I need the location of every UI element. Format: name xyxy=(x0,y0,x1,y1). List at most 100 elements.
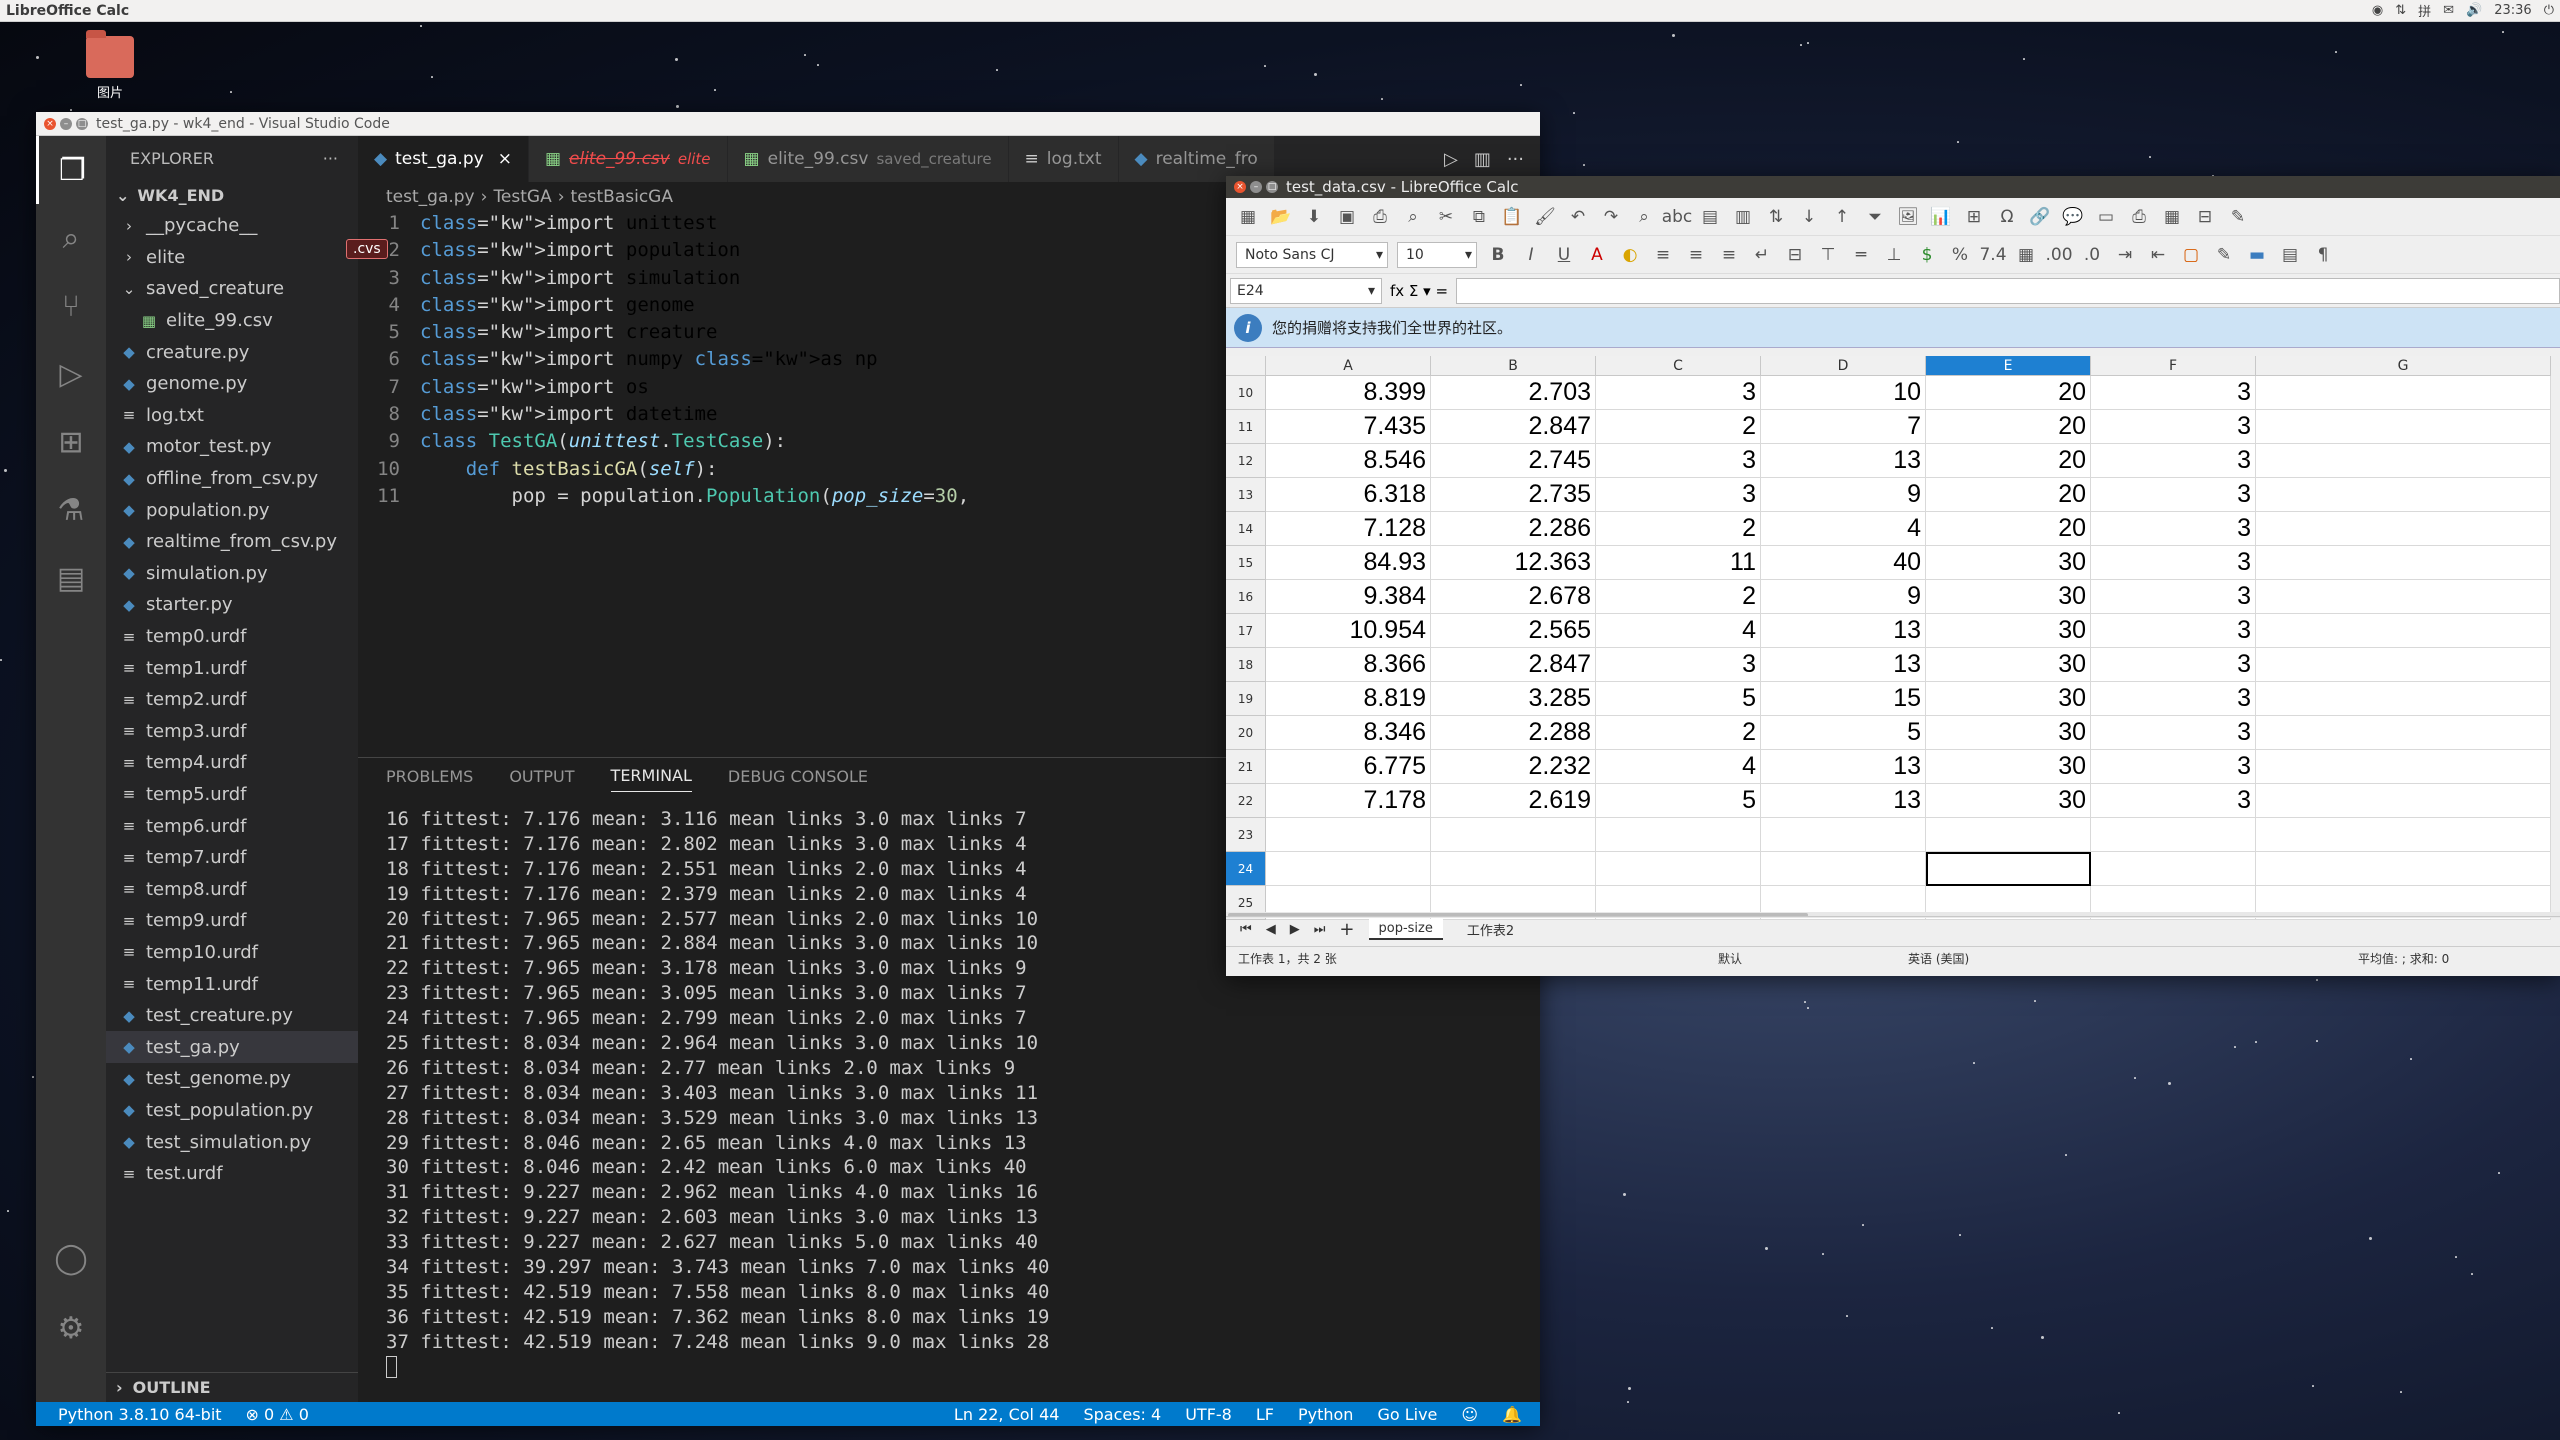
cell[interactable]: 30 xyxy=(1926,682,2091,716)
conditional-format-icon[interactable]: ▤ xyxy=(2278,243,2302,267)
code-line[interactable]: 8 class="kw">import datetime xyxy=(358,403,1258,430)
network-icon[interactable]: ⇅ xyxy=(2395,3,2406,18)
highlight-color-icon[interactable]: ◐ xyxy=(1618,243,1642,267)
cell[interactable]: 13 xyxy=(1761,750,1926,784)
name-box[interactable]: E24 ▾ xyxy=(1230,277,1382,304)
border-style-icon[interactable]: ✎ xyxy=(2212,243,2236,267)
cell[interactable]: 2.565 xyxy=(1431,614,1596,648)
cell[interactable]: 3 xyxy=(2091,410,2256,444)
cell[interactable]: 3 xyxy=(1596,648,1761,682)
cell[interactable]: 20 xyxy=(1926,444,2091,478)
run-debug-icon[interactable]: ▷ xyxy=(36,340,106,408)
breadcrumb-class[interactable]: TestGA xyxy=(493,187,551,207)
cell[interactable]: 84.93 xyxy=(1266,546,1431,580)
cell[interactable]: 30 xyxy=(1926,784,2091,818)
add-sheet-icon[interactable]: + xyxy=(1339,919,1354,940)
tree-item[interactable]: ◆ test_simulation.py xyxy=(106,1126,358,1158)
calc-titlebar[interactable]: × – □ test_data.csv - LibreOffice Calc xyxy=(1226,176,2560,198)
cell[interactable]: 9.384 xyxy=(1266,580,1431,614)
code-line[interactable]: 1 class="kw">import unittest xyxy=(358,212,1258,239)
cell[interactable]: 2 xyxy=(1596,716,1761,750)
cell[interactable] xyxy=(2256,750,2551,784)
cell[interactable] xyxy=(2091,818,2256,852)
redo-icon[interactable]: ↷ xyxy=(1599,205,1623,229)
code-line[interactable]: 2 class="kw">import population xyxy=(358,239,1258,266)
split-editor-icon[interactable]: ▥ xyxy=(1474,149,1491,170)
search-icon[interactable]: ⌕ xyxy=(36,204,106,272)
split-window-icon[interactable]: ⊟ xyxy=(2193,205,2217,229)
save-icon[interactable]: ⬇ xyxy=(1302,205,1326,229)
spelling-icon[interactable]: abc xyxy=(1662,205,1693,229)
explorer-icon[interactable]: ❐ xyxy=(36,136,106,204)
more-actions-icon[interactable]: ··· xyxy=(1507,149,1524,170)
cell[interactable]: 3 xyxy=(2091,580,2256,614)
cell[interactable]: 10 xyxy=(1761,376,1926,410)
cell[interactable]: 2.703 xyxy=(1431,376,1596,410)
cell[interactable]: 5 xyxy=(1761,716,1926,750)
cell[interactable]: 3 xyxy=(2091,682,2256,716)
tree-item[interactable]: ◆ offline_from_csv.py xyxy=(106,463,358,495)
comment-icon[interactable]: 💬 xyxy=(2061,205,2085,229)
wrap-text-icon[interactable]: ↵ xyxy=(1750,243,1774,267)
date-format-icon[interactable]: ▦ xyxy=(2014,243,2038,267)
define-print-area-icon[interactable]: ⎙ xyxy=(2127,205,2151,229)
tree-item[interactable]: ◆ test_ga.py xyxy=(106,1031,358,1064)
cell[interactable]: 8.546 xyxy=(1266,444,1431,478)
tree-item[interactable]: ≡ temp8.urdf xyxy=(106,873,358,905)
feedback-icon[interactable]: ☺ xyxy=(1461,1405,1478,1424)
cell[interactable]: 9 xyxy=(1761,580,1926,614)
cell[interactable] xyxy=(1926,818,2091,852)
cell[interactable] xyxy=(2256,784,2551,818)
maximize-window-button[interactable]: □ xyxy=(1266,181,1278,193)
align-bottom-icon[interactable]: ⊥ xyxy=(1882,243,1906,267)
cell[interactable]: 2 xyxy=(1596,410,1761,444)
editor-tab[interactable]: ◆ test_ga.py × xyxy=(358,136,529,182)
encoding[interactable]: UTF-8 xyxy=(1185,1405,1232,1424)
hyperlink-icon[interactable]: 🔗 xyxy=(2028,205,2052,229)
increase-indent-icon[interactable]: ⇥ xyxy=(2113,243,2137,267)
cell[interactable]: 13 xyxy=(1761,614,1926,648)
indentation[interactable]: Spaces: 4 xyxy=(1083,1405,1161,1424)
cell[interactable]: 3 xyxy=(2091,376,2256,410)
cell[interactable]: 2.847 xyxy=(1431,648,1596,682)
print-icon[interactable]: ⎙ xyxy=(1368,205,1392,229)
show-draw-functions-icon[interactable]: ✎ xyxy=(2226,205,2250,229)
editor-tab[interactable]: ▦ elite_99.csv elite xyxy=(528,136,728,182)
pivot-table-icon[interactable]: ⊞ xyxy=(1962,205,1986,229)
desktop-folder-pictures[interactable]: 图片 xyxy=(82,30,138,101)
cell[interactable]: 2.745 xyxy=(1431,444,1596,478)
tree-item[interactable]: ◆ test_creature.py xyxy=(106,1000,358,1032)
cell[interactable] xyxy=(2256,546,2551,580)
code-line[interactable]: 3 class="kw">import simulation xyxy=(358,267,1258,294)
bold-icon[interactable]: B xyxy=(1486,243,1510,267)
align-left-icon[interactable]: ≡ xyxy=(1651,243,1675,267)
column-icon[interactable]: ▥ xyxy=(1731,205,1755,229)
tree-item[interactable]: ≡ log.txt xyxy=(106,400,358,432)
cell[interactable]: 5 xyxy=(1596,682,1761,716)
cell[interactable]: 12.363 xyxy=(1431,546,1596,580)
tree-item[interactable]: ◆ simulation.py xyxy=(106,558,358,590)
decrease-indent-icon[interactable]: ⇤ xyxy=(2146,243,2170,267)
cut-icon[interactable]: ✂ xyxy=(1434,205,1458,229)
last-sheet-icon[interactable]: ⏭ xyxy=(1314,922,1326,937)
close-tab-icon[interactable]: × xyxy=(498,149,512,169)
cell[interactable]: 30 xyxy=(1926,716,2091,750)
column-header[interactable]: F xyxy=(2091,356,2256,376)
tree-item[interactable]: ◆ test_genome.py xyxy=(106,1063,358,1095)
currency-format-icon[interactable]: $ xyxy=(1915,243,1939,267)
minimize-window-button[interactable]: – xyxy=(60,117,72,130)
cell[interactable]: 2.678 xyxy=(1431,580,1596,614)
close-window-button[interactable]: × xyxy=(44,117,56,130)
merge-cells-icon[interactable]: ⊟ xyxy=(1783,243,1807,267)
underline-icon[interactable]: U xyxy=(1552,243,1576,267)
cell[interactable]: 2 xyxy=(1596,580,1761,614)
cell[interactable]: 6.775 xyxy=(1266,750,1431,784)
formula-input[interactable] xyxy=(1456,277,2560,304)
freeze-rows-icon[interactable]: ▦ xyxy=(2160,205,2184,229)
tree-item[interactable]: ≡ temp1.urdf xyxy=(106,652,358,684)
tree-item[interactable]: ≡ temp10.urdf xyxy=(106,937,358,969)
cell[interactable]: 8.399 xyxy=(1266,376,1431,410)
source-control-icon[interactable]: ⑂ xyxy=(36,272,106,340)
insert-chart-icon[interactable]: 📊 xyxy=(1929,205,1953,229)
testing-icon[interactable]: ⚗ xyxy=(36,476,106,544)
